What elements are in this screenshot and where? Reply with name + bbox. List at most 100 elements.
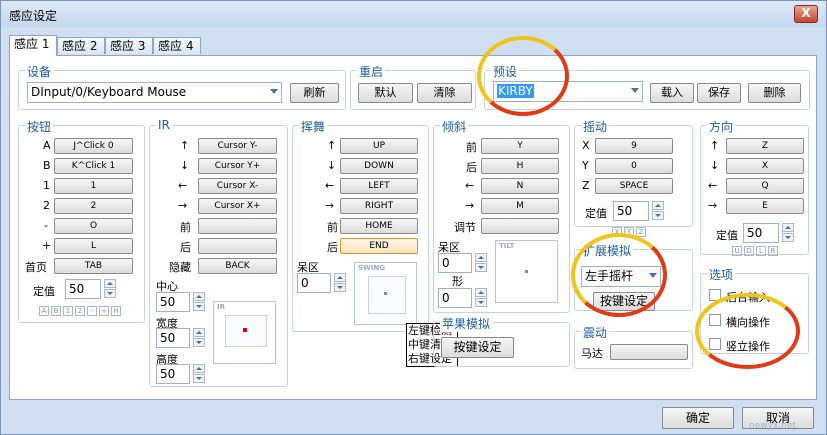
dpad-down-key[interactable]: X: [726, 158, 804, 174]
ir-height-input[interactable]: 50: [156, 364, 190, 384]
swing-forward-key[interactable]: HOME: [340, 218, 418, 234]
apple-config-button[interactable]: 按键设定: [441, 337, 514, 358]
dpad-threshold-label: 定值: [716, 229, 738, 242]
rumble-group: 震动 马达: [574, 324, 693, 369]
swing-left-key[interactable]: LEFT: [340, 178, 418, 194]
dpad-up-key[interactable]: Z: [726, 138, 804, 154]
ir-down-label: ↓: [180, 159, 190, 172]
swing-forward-label: 前: [327, 221, 338, 234]
ir-center-input[interactable]: 50: [156, 292, 190, 312]
dpad-threshold-input[interactable]: 50: [743, 223, 779, 243]
device-select[interactable]: DInput/0/Keyboard Mouse: [27, 82, 282, 103]
swing-up-key[interactable]: UP: [340, 138, 418, 154]
button-a-key[interactable]: J^Click 0: [54, 138, 133, 154]
dpad-down-label: ↓: [710, 159, 720, 172]
ok-button[interactable]: 确定: [662, 407, 734, 429]
tilt-group: 倾斜 前 Y 后 H ← N → M 调节 呆区 0 形 0 TILT: [433, 118, 570, 313]
mini-plus: +: [99, 306, 109, 316]
tilt-shape-spinner[interactable]: [475, 288, 487, 308]
close-button[interactable]: X: [794, 5, 818, 23]
mini-b: B: [51, 306, 61, 316]
button-plus-label: +: [42, 239, 52, 252]
load-button[interactable]: 载入: [650, 83, 694, 103]
ir-left-label: ←: [178, 179, 188, 192]
ir-down-key[interactable]: Cursor Y+: [198, 158, 277, 174]
ir-left-key[interactable]: Cursor X-: [198, 178, 277, 194]
button-minus-key[interactable]: O: [54, 218, 133, 234]
button-1-key[interactable]: 1: [54, 178, 133, 194]
refresh-button[interactable]: 刷新: [290, 83, 339, 103]
tilt-forward-key[interactable]: Y: [481, 138, 559, 154]
tab-4[interactable]: 感应 4: [153, 37, 201, 54]
ir-height-spinner[interactable]: [193, 364, 205, 384]
mini-a: A: [39, 306, 49, 316]
rumble-motor-label: 马达: [581, 347, 603, 360]
chevron-down-icon: [270, 89, 278, 94]
swing-deadzone-spinner[interactable]: [334, 273, 346, 293]
ir-width-spinner[interactable]: [193, 328, 205, 348]
swing-back-key[interactable]: END: [340, 238, 418, 254]
dpad-group-label: 方向: [707, 118, 736, 135]
mini-h: H: [111, 306, 121, 316]
shake-threshold-input[interactable]: 50: [613, 201, 649, 221]
clear-button[interactable]: 清除: [417, 83, 472, 103]
swing-right-key[interactable]: RIGHT: [340, 198, 418, 214]
rumble-motor-key[interactable]: [610, 344, 688, 360]
ir-cursor-dot: [243, 328, 247, 332]
tab-2[interactable]: 感应 2: [57, 37, 105, 54]
ir-up-key[interactable]: Cursor Y-: [198, 138, 277, 154]
tilt-left-key[interactable]: N: [481, 178, 559, 194]
buttons-deadzone-input[interactable]: 50: [65, 279, 101, 299]
tilt-modifier-label: 调节: [454, 221, 476, 234]
ir-center-spinner[interactable]: [193, 292, 205, 312]
tab-3[interactable]: 感应 3: [105, 37, 153, 54]
ir-preview-label: IR: [217, 303, 225, 311]
save-button[interactable]: 保存: [697, 83, 741, 103]
shake-x-key[interactable]: 9: [595, 138, 673, 154]
dpad-right-label: →: [708, 199, 718, 212]
button-home-key[interactable]: TAB: [54, 258, 133, 274]
dpad-left-key[interactable]: Q: [726, 178, 804, 194]
shake-group-label: 摇动: [581, 118, 610, 135]
swing-up-label: ↑: [327, 139, 337, 152]
tilt-shape-label: 形: [452, 275, 463, 288]
button-2-label: 2: [43, 199, 50, 212]
dpad-mini-r: R: [768, 246, 778, 256]
ir-right-key[interactable]: Cursor X+: [198, 198, 277, 214]
shake-z-key[interactable]: SPACE: [595, 178, 673, 194]
default-button[interactable]: 默认: [358, 83, 413, 103]
ir-forward-key[interactable]: [198, 218, 277, 234]
dpad-threshold-spinner[interactable]: [782, 223, 794, 243]
tilt-right-key[interactable]: M: [481, 198, 559, 214]
tilt-deadzone-spinner[interactable]: [475, 253, 487, 273]
swing-cursor-dot: [384, 292, 387, 295]
tab-1[interactable]: 感应 1: [9, 35, 57, 56]
highlight-circle-extension: [571, 233, 667, 317]
tilt-deadzone-input[interactable]: 0: [438, 253, 472, 273]
swing-deadzone-input[interactable]: 0: [297, 273, 331, 293]
swing-down-key[interactable]: DOWN: [340, 158, 418, 174]
ir-back-key[interactable]: [198, 238, 277, 254]
delete-button[interactable]: 删除: [748, 83, 801, 103]
button-2-key[interactable]: 2: [54, 198, 133, 214]
ir-back-label: 后: [180, 241, 191, 254]
button-b-key[interactable]: K^Click 1: [54, 158, 133, 174]
title-bar[interactable]: 感应设定 X: [1, 1, 826, 27]
button-plus-key[interactable]: L: [54, 238, 133, 254]
buttons-group: 按钮 A J^Click 0 B K^Click 1 1 1 2 2 - O +…: [18, 118, 145, 323]
tilt-back-key[interactable]: H: [481, 158, 559, 174]
ir-up-label: ↑: [180, 139, 190, 152]
mini-2: 2: [75, 306, 85, 316]
tilt-shape-input[interactable]: 0: [438, 288, 472, 308]
buttons-deadzone-spinner[interactable]: [104, 279, 116, 299]
ir-hide-key[interactable]: BACK: [198, 258, 277, 274]
tilt-cursor-dot: [525, 270, 528, 273]
tilt-modifier-key[interactable]: [481, 218, 559, 234]
dpad-right-key[interactable]: E: [726, 198, 804, 214]
reset-group: 重启 默认 清除: [350, 63, 476, 110]
ir-width-input[interactable]: 50: [156, 328, 190, 348]
buttons-deadzone-label: 定值: [33, 285, 55, 298]
shake-threshold-spinner[interactable]: [652, 201, 664, 221]
watermark: newyx.net: [749, 421, 796, 431]
shake-y-key[interactable]: 0: [595, 158, 673, 174]
